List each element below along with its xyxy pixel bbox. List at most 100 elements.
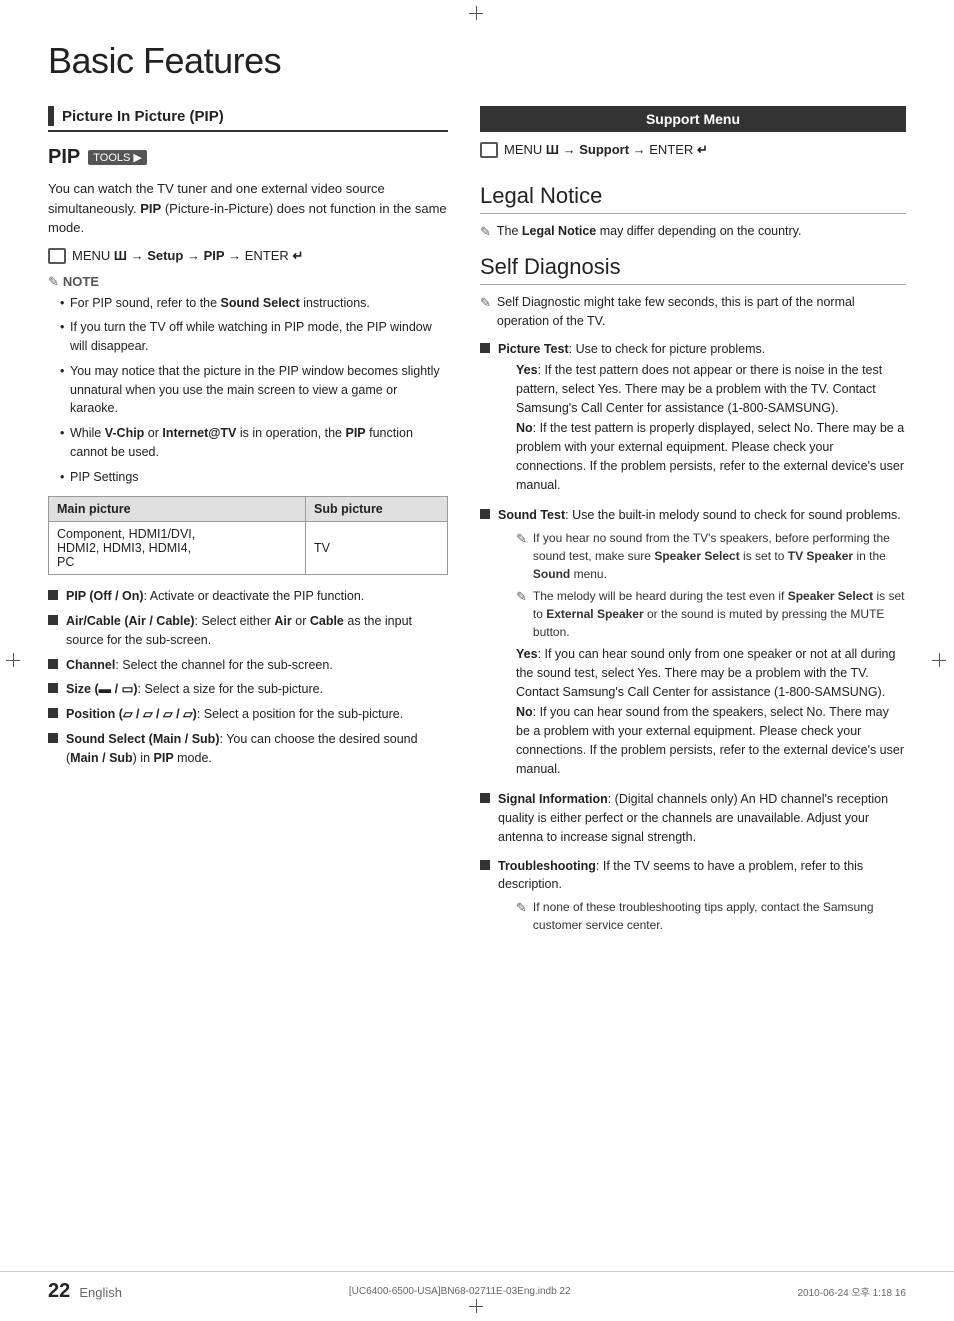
page-number: 22 <box>48 1280 70 1302</box>
menu-icon <box>48 248 66 264</box>
crosshair-left <box>6 653 22 669</box>
signal-info-content: Signal Information: (Digital channels on… <box>498 790 906 846</box>
right-column: Support Menu MENU Ш → Support → ENTER ↵ … <box>480 106 906 948</box>
sound-test-subnote2: The melody will be heard during the test… <box>516 587 906 641</box>
list-item-text: Channel: Select the channel for the sub-… <box>66 656 333 675</box>
page-title: Basic Features <box>48 40 906 82</box>
list-item-text: PIP (Off / On): Activate or deactivate t… <box>66 587 364 606</box>
picture-test-content: Picture Test: Use to check for picture p… <box>498 340 906 496</box>
list-item-text: Size (▬ / ▭): Select a size for the sub-… <box>66 680 323 699</box>
troubleshooting-content: Troubleshooting: If the TV seems to have… <box>498 857 906 939</box>
list-item: Size (▬ / ▭): Select a size for the sub-… <box>48 680 448 699</box>
note-item: While V-Chip or Internet@TV is in operat… <box>60 424 448 462</box>
pip-section-header: Picture In Picture (PIP) <box>48 106 448 132</box>
self-diagnosis-list: Picture Test: Use to check for picture p… <box>480 340 906 938</box>
note-item: You may notice that the picture in the P… <box>60 362 448 418</box>
list-item: Sound Select (Main / Sub): You can choos… <box>48 730 448 768</box>
picture-test-yes: Yes: If the test pattern does not appear… <box>516 361 906 417</box>
pip-table: Main picture Sub picture Component, HDMI… <box>48 496 448 575</box>
troubleshooting-subnote: If none of these troubleshooting tips ap… <box>516 898 906 934</box>
sound-subnote1-text: If you hear no sound from the TV's speak… <box>533 529 906 583</box>
pip-description: You can watch the TV tuner and one exter… <box>48 179 448 238</box>
menu-icon-support <box>480 142 498 158</box>
self-diagnosis-intro: Self Diagnostic might take few seconds, … <box>480 293 906 331</box>
list-item: Channel: Select the channel for the sub-… <box>48 656 448 675</box>
pencil-icon <box>48 274 59 290</box>
list-item-signal-info: Signal Information: (Digital channels on… <box>480 790 906 846</box>
table-header-sub: Sub picture <box>306 497 448 522</box>
pencil-icon-sub1 <box>516 529 527 549</box>
page-lang: English <box>79 1285 122 1300</box>
left-column: Picture In Picture (PIP) PIP TOOLS ▶ You… <box>48 106 448 777</box>
tools-badge: TOOLS ▶ <box>88 150 147 165</box>
list-item-sound-test: Sound Test: Use the built-in melody soun… <box>480 506 906 780</box>
pip-title: PIP <box>48 146 80 169</box>
list-item: Air/Cable (Air / Cable): Select either A… <box>48 612 448 650</box>
table-row: Component, HDMI1/DVI,HDMI2, HDMI3, HDMI4… <box>49 522 448 575</box>
note-item: PIP Settings <box>60 468 448 487</box>
table-header-main: Main picture <box>49 497 306 522</box>
list-item-picture-test: Picture Test: Use to check for picture p… <box>480 340 906 496</box>
section-title: Picture In Picture (PIP) <box>62 108 224 125</box>
menu-instruction-text: MENU Ш → Setup → PIP → ENTER ↵ <box>72 248 303 264</box>
square-bullet <box>48 708 58 718</box>
footer-file-info: [UC6400-6500-USA]BN68-02711E-03Eng.indb … <box>349 1286 571 1297</box>
list-item-troubleshooting: Troubleshooting: If the TV seems to have… <box>480 857 906 939</box>
pencil-icon-trouble <box>516 898 527 918</box>
list-item-text: Air/Cable (Air / Cable): Select either A… <box>66 612 448 650</box>
list-item-text: Position (▱ / ▱ / ▱ / ▱): Select a posit… <box>66 705 403 724</box>
signal-info-text: Signal Information: (Digital channels on… <box>498 792 888 844</box>
note-section: NOTE For PIP sound, refer to the Sound S… <box>48 274 448 487</box>
sound-test-content: Sound Test: Use the built-in melody soun… <box>498 506 906 780</box>
support-menu-box: Support Menu <box>480 106 906 132</box>
legal-notice-note: The Legal Notice may differ depending on… <box>480 222 906 242</box>
sound-subnote2-text: The melody will be heard during the test… <box>533 587 906 641</box>
crosshair-top <box>469 6 485 22</box>
support-menu-instruction: MENU Ш → Support → ENTER ↵ <box>480 142 906 158</box>
legal-notice-title: Legal Notice <box>480 183 906 214</box>
note-label: NOTE <box>63 274 99 289</box>
square-bullet <box>480 793 490 803</box>
pip-features-list: PIP (Off / On): Activate or deactivate t… <box>48 587 448 767</box>
self-diagnosis-section: Self Diagnosis Self Diagnostic might tak… <box>480 254 906 938</box>
sound-test-subnote1: If you hear no sound from the TV's speak… <box>516 529 906 583</box>
page-number-area: 22 English <box>48 1280 122 1303</box>
self-diagnosis-title: Self Diagnosis <box>480 254 906 285</box>
pip-heading: PIP TOOLS ▶ <box>48 146 448 169</box>
crosshair-right <box>932 653 948 669</box>
footer-date-info: 2010-06-24 오후 1:18 16 <box>798 1284 906 1299</box>
sound-test-text: Sound Test: Use the built-in melody soun… <box>498 508 901 522</box>
picture-test-text: Picture Test: Use to check for picture p… <box>498 342 765 356</box>
sound-test-yes: Yes: If you can hear sound only from one… <box>516 645 906 701</box>
pencil-icon-legal <box>480 222 491 242</box>
sound-test-no: No: If you can hear sound from the speak… <box>516 703 906 778</box>
square-bullet <box>48 590 58 600</box>
self-diagnosis-intro-text: Self Diagnostic might take few seconds, … <box>497 293 906 331</box>
square-bullet <box>48 659 58 669</box>
table-cell-sub: TV <box>306 522 448 575</box>
note-items-list: For PIP sound, refer to the Sound Select… <box>48 294 448 487</box>
note-item: If you turn the TV off while watching in… <box>60 318 448 356</box>
legal-notice-section: Legal Notice The Legal Notice may differ… <box>480 183 906 242</box>
page-footer: 22 English [UC6400-6500-USA]BN68-02711E-… <box>0 1271 954 1303</box>
list-item-text: Sound Select (Main / Sub): You can choos… <box>66 730 448 768</box>
support-menu-label: Support Menu <box>646 111 740 127</box>
support-menu-instruction-text: MENU Ш → Support → ENTER ↵ <box>504 142 708 158</box>
square-bullet <box>480 509 490 519</box>
table-cell-main: Component, HDMI1/DVI,HDMI2, HDMI3, HDMI4… <box>49 522 306 575</box>
page: Basic Features Picture In Picture (PIP) … <box>0 0 954 1321</box>
list-item: Position (▱ / ▱ / ▱ / ▱): Select a posit… <box>48 705 448 724</box>
pencil-icon-sub2 <box>516 587 527 607</box>
picture-test-no: No: If the test pattern is properly disp… <box>516 419 906 494</box>
troubleshooting-subnote-text: If none of these troubleshooting tips ap… <box>533 898 906 934</box>
legal-note-text: The Legal Notice may differ depending on… <box>497 222 802 241</box>
square-bullet <box>48 733 58 743</box>
square-bullet <box>48 615 58 625</box>
pencil-icon-diag <box>480 293 491 313</box>
square-bullet <box>48 683 58 693</box>
square-bullet <box>480 860 490 870</box>
troubleshooting-text: Troubleshooting: If the TV seems to have… <box>498 859 863 892</box>
note-header: NOTE <box>48 274 448 290</box>
pip-menu-instruction: MENU Ш → Setup → PIP → ENTER ↵ <box>48 248 448 264</box>
list-item: PIP (Off / On): Activate or deactivate t… <box>48 587 448 606</box>
